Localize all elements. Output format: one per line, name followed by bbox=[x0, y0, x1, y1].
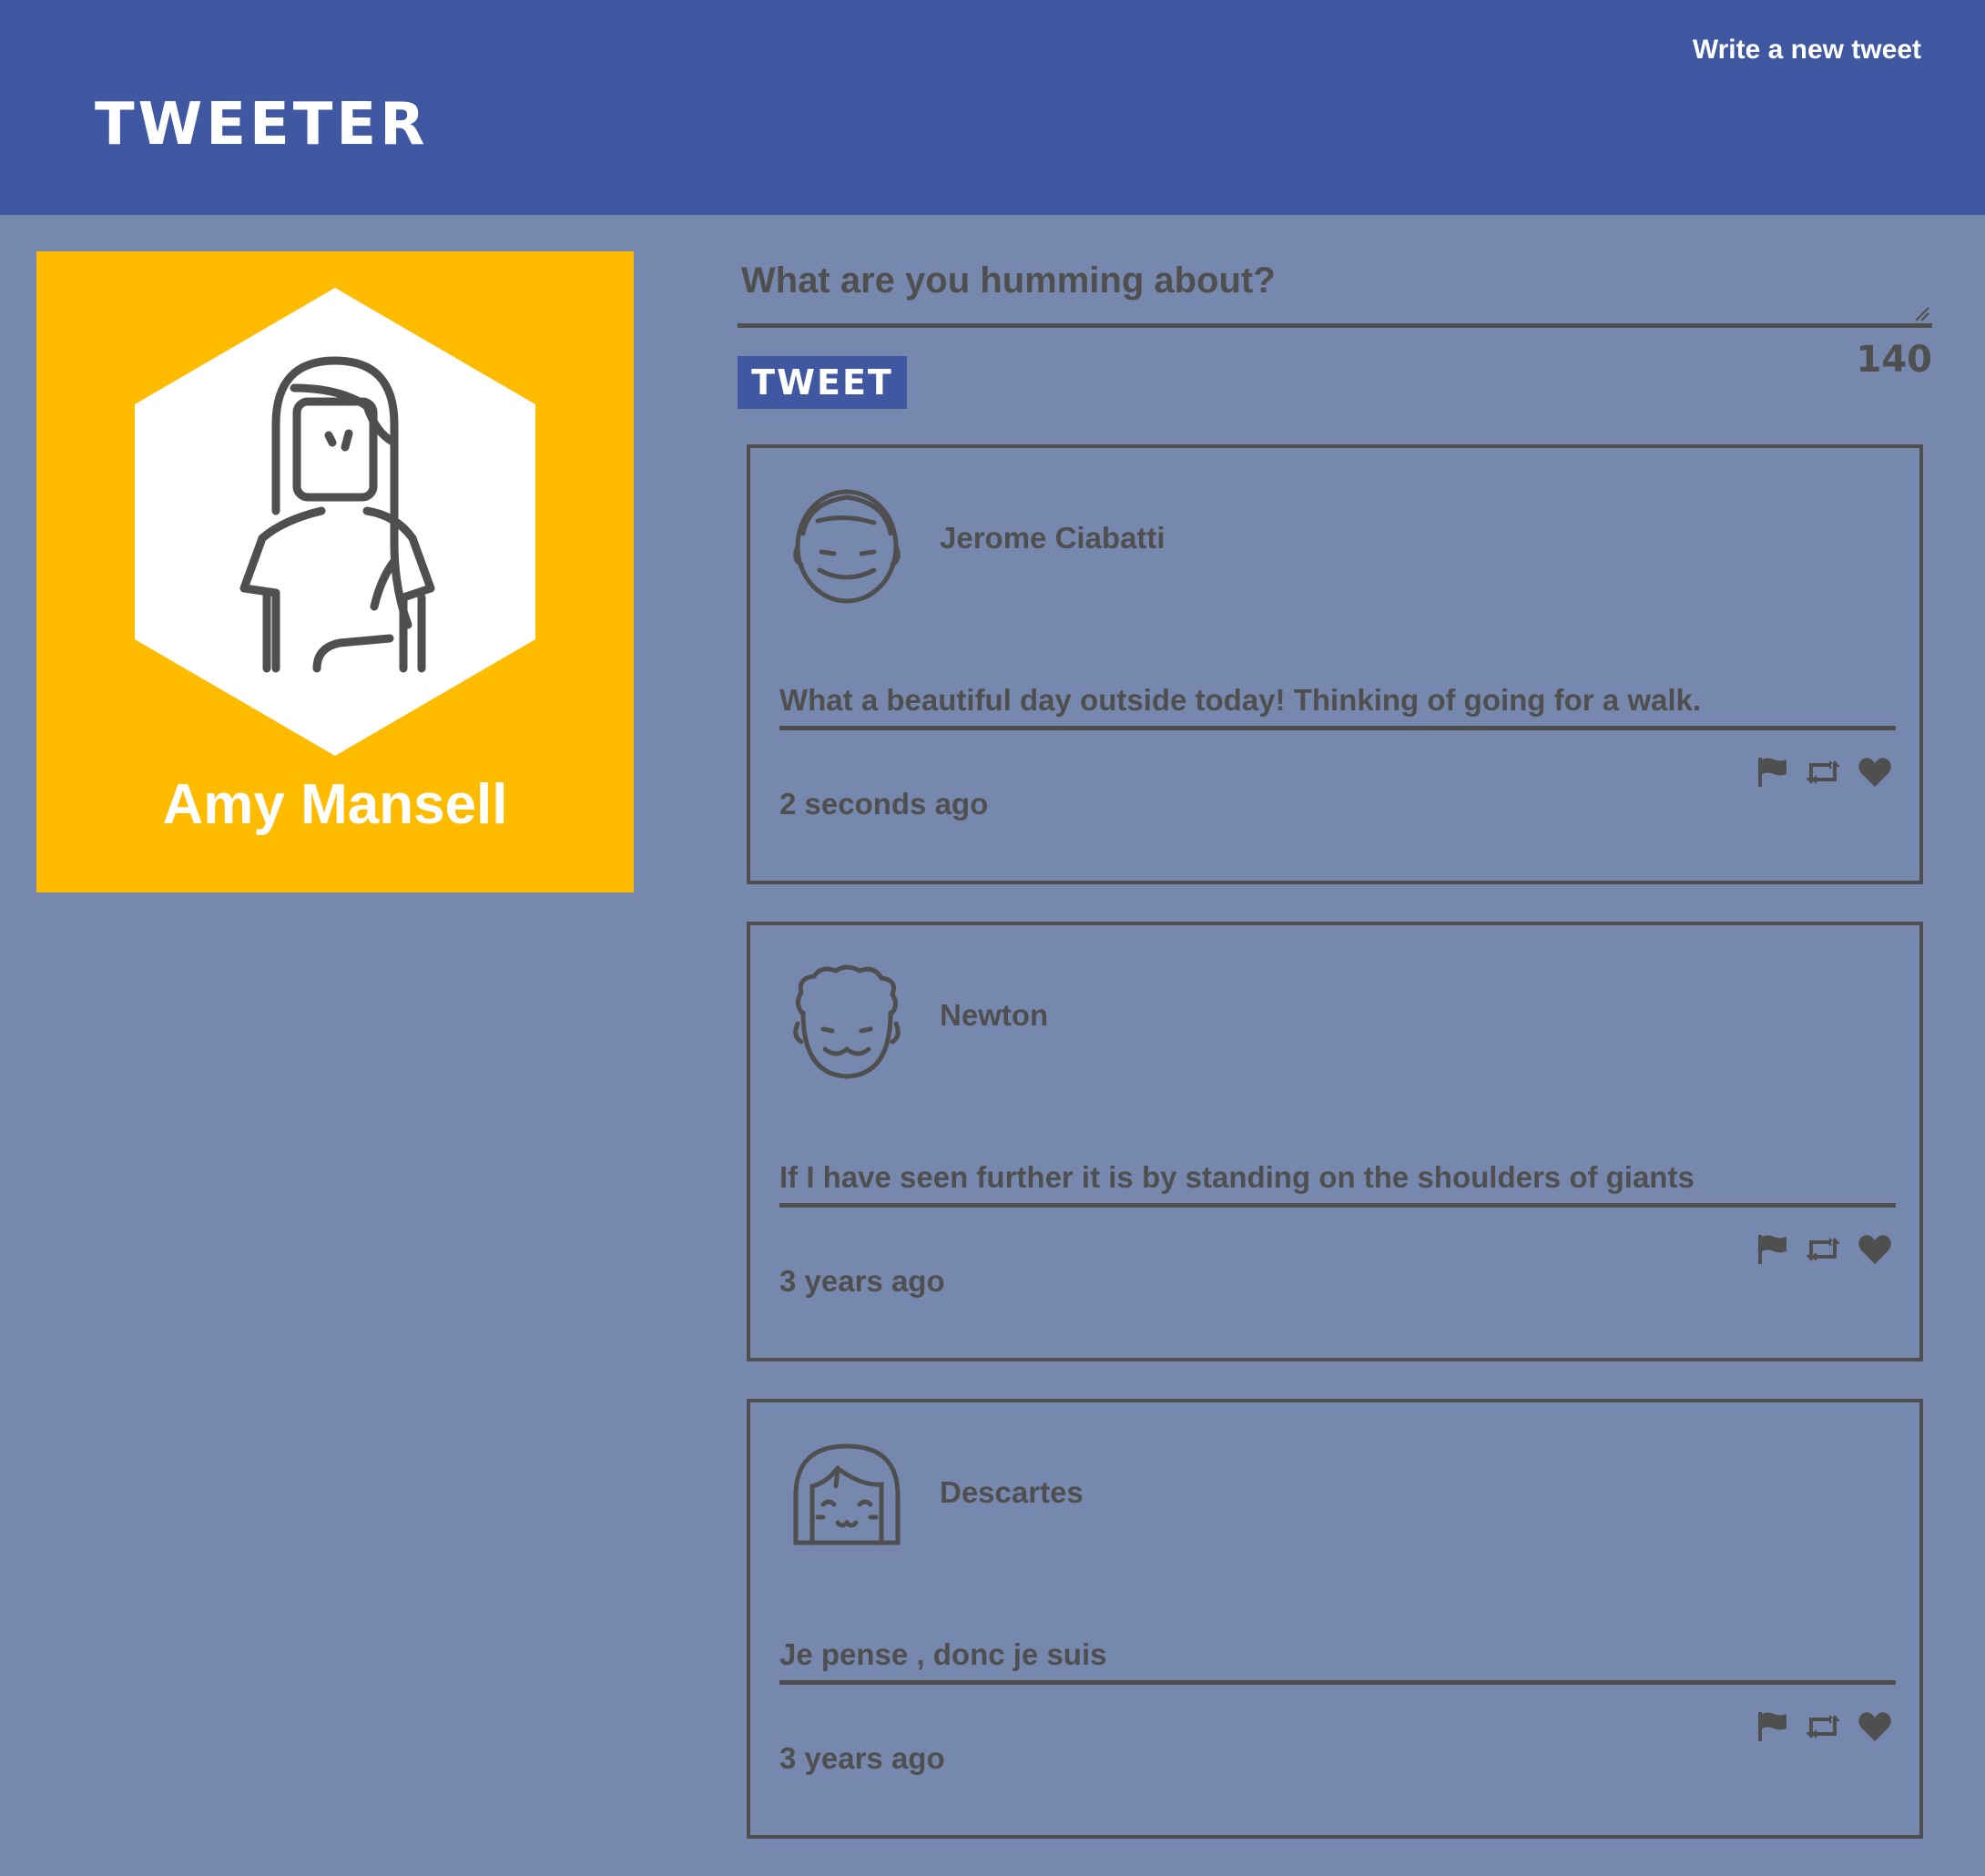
tweet-card: Jerome Ciabatti What a beautiful day out… bbox=[747, 444, 1923, 884]
curly-hair-man-avatar-icon bbox=[793, 964, 901, 1079]
profile-card: Amy Mansell bbox=[36, 251, 634, 892]
app-logo[interactable]: TWEETER bbox=[95, 91, 428, 158]
tweet-card: Descartes Je pense , donc je suis 3 year… bbox=[747, 1399, 1923, 1839]
tweet-timestamp: 3 years ago bbox=[779, 1264, 945, 1298]
tweet-timestamp: 2 seconds ago bbox=[779, 787, 989, 821]
smiling-man-avatar-icon bbox=[793, 489, 901, 604]
tweet-feed: Jerome Ciabatti What a beautiful day out… bbox=[747, 444, 1923, 1876]
tweet-text: Je pense , donc je suis bbox=[779, 1637, 1896, 1685]
tweet-actions bbox=[1756, 754, 1892, 790]
write-new-tweet-link[interactable]: Write a new tweet bbox=[1693, 35, 1921, 66]
tweet-text: What a beautiful day outside today! Thin… bbox=[779, 683, 1896, 730]
tweet-timestamp: 3 years ago bbox=[779, 1741, 945, 1775]
heart-icon[interactable] bbox=[1858, 1233, 1892, 1266]
character-counter: 140 bbox=[1856, 339, 1933, 381]
tweet-actions bbox=[1756, 1708, 1892, 1745]
flag-icon[interactable] bbox=[1756, 1233, 1788, 1266]
heart-icon[interactable] bbox=[1858, 1710, 1892, 1743]
tweet-textarea[interactable] bbox=[738, 251, 1932, 328]
flag-icon[interactable] bbox=[1756, 1710, 1788, 1743]
woman-avatar-icon bbox=[135, 288, 535, 756]
profile-name: Amy Mansell bbox=[162, 773, 508, 836]
tweet-author-name: Jerome Ciabatti bbox=[940, 521, 1166, 555]
retweet-icon[interactable] bbox=[1804, 756, 1842, 789]
tweet-actions bbox=[1756, 1231, 1892, 1268]
compose-form: TWEET 140 bbox=[738, 251, 1932, 412]
tweet-author-name: Newton bbox=[940, 998, 1049, 1032]
flag-icon[interactable] bbox=[1756, 756, 1788, 789]
retweet-icon[interactable] bbox=[1804, 1710, 1842, 1743]
tweet-submit-button[interactable]: TWEET bbox=[738, 356, 907, 409]
tweet-card: Newton If I have seen further it is by s… bbox=[747, 922, 1923, 1361]
heart-icon[interactable] bbox=[1858, 756, 1892, 789]
top-nav-bar: TWEETER Write a new tweet bbox=[0, 0, 1985, 215]
bob-hair-avatar-icon bbox=[793, 1443, 901, 1545]
retweet-icon[interactable] bbox=[1804, 1233, 1842, 1266]
tweet-author-name: Descartes bbox=[940, 1475, 1084, 1509]
tweet-text: If I have seen further it is by standing… bbox=[779, 1160, 1896, 1208]
resize-grip-icon[interactable] bbox=[1912, 304, 1930, 322]
